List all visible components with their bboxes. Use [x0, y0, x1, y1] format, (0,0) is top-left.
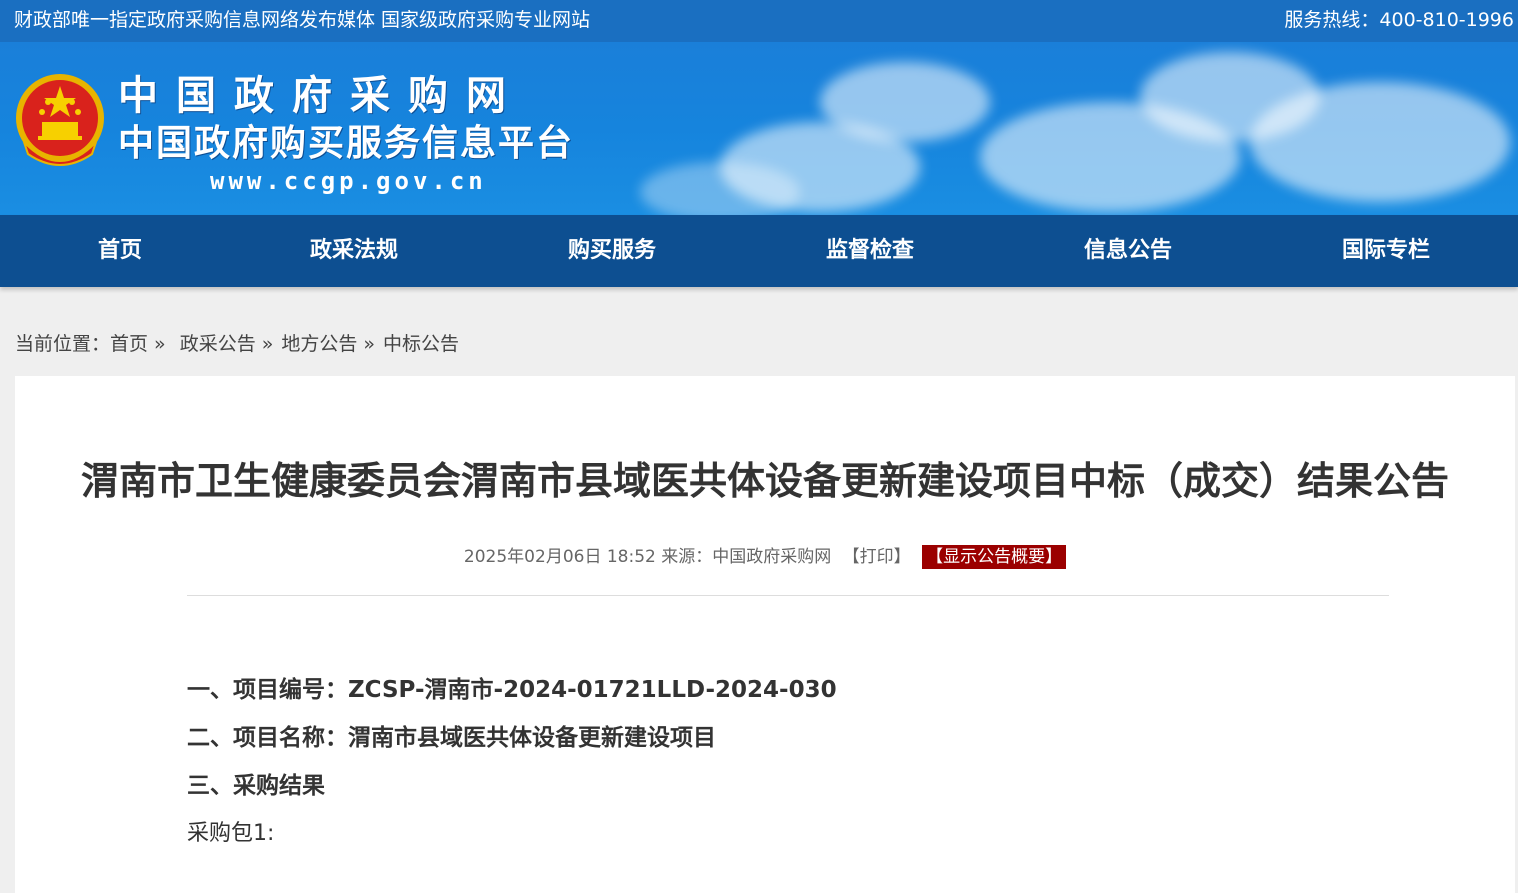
- nav-item-international[interactable]: 国际专栏: [1286, 215, 1486, 287]
- article-card: 渭南市卫生健康委员会渭南市县域医共体设备更新建设项目中标（成交）结果公告 202…: [15, 376, 1515, 893]
- nav-item-announcements[interactable]: 信息公告: [1028, 215, 1228, 287]
- breadcrumb-link-award-notices[interactable]: 中标公告: [383, 333, 459, 355]
- main-nav: 首页 政采法规 购买服务 监督检查 信息公告 国际专栏: [0, 215, 1518, 287]
- top-strip: 财政部唯一指定政府采购信息网络发布媒体 国家级政府采购专业网站 服务热线：400…: [0, 0, 1518, 42]
- site-subtitle: 中国政府购买服务信息平台: [118, 123, 575, 164]
- section-project-number: 一、项目编号：ZCSP-渭南市-2024-01721LLD-2024-030: [187, 677, 837, 703]
- nav-item-supervision[interactable]: 监督检查: [770, 215, 970, 287]
- site-banner: 中国政府采购网 中国政府购买服务信息平台 www.ccgp.gov.cn: [0, 42, 1518, 215]
- breadcrumb-link-local-notices[interactable]: 地方公告: [281, 333, 357, 355]
- site-title: 中国政府采购网: [118, 72, 524, 119]
- package-label: 采购包1:: [187, 821, 275, 846]
- national-emblem-icon: [16, 74, 104, 166]
- meta-divider: [187, 595, 1389, 596]
- source-name: 中国政府采购网: [712, 547, 832, 567]
- article-meta: 2025年02月06日 18:52 来源：中国政府采购网 【打印】 【显示公告概…: [15, 544, 1515, 570]
- print-link[interactable]: 【打印】: [843, 547, 911, 567]
- breadcrumb-link-home[interactable]: 首页: [110, 333, 148, 355]
- breadcrumb-link-procurement-notices[interactable]: 政采公告: [180, 333, 256, 355]
- show-summary-button[interactable]: 【显示公告概要】: [922, 545, 1067, 569]
- breadcrumb-separator: »: [363, 333, 375, 355]
- nav-item-home[interactable]: 首页: [20, 215, 220, 287]
- section-procurement-result: 三、采购结果: [187, 773, 325, 799]
- site-url: www.ccgp.gov.cn: [210, 167, 487, 195]
- publish-datetime: 2025年02月06日 18:52: [463, 547, 656, 567]
- article-body: 一、项目编号：ZCSP-渭南市-2024-01721LLD-2024-030 二…: [187, 666, 837, 858]
- article-title: 渭南市卫生健康委员会渭南市县域医共体设备更新建设项目中标（成交）结果公告: [80, 459, 1449, 503]
- nav-item-purchase-services[interactable]: 购买服务: [512, 215, 712, 287]
- breadcrumb-separator: »: [154, 333, 166, 355]
- breadcrumb: 当前位置：首页» 政采公告» 地方公告» 中标公告: [15, 326, 459, 362]
- site-slogan: 财政部唯一指定政府采购信息网络发布媒体 国家级政府采购专业网站: [14, 9, 591, 31]
- breadcrumb-separator: »: [261, 333, 274, 355]
- breadcrumb-prefix: 当前位置：: [15, 333, 111, 355]
- service-hotline: 服务热线：400-810-1996: [1284, 9, 1514, 31]
- section-project-name: 二、项目名称：渭南市县域医共体设备更新建设项目: [187, 725, 716, 751]
- nav-item-regulations[interactable]: 政采法规: [254, 215, 454, 287]
- source-label: 来源：: [661, 547, 713, 567]
